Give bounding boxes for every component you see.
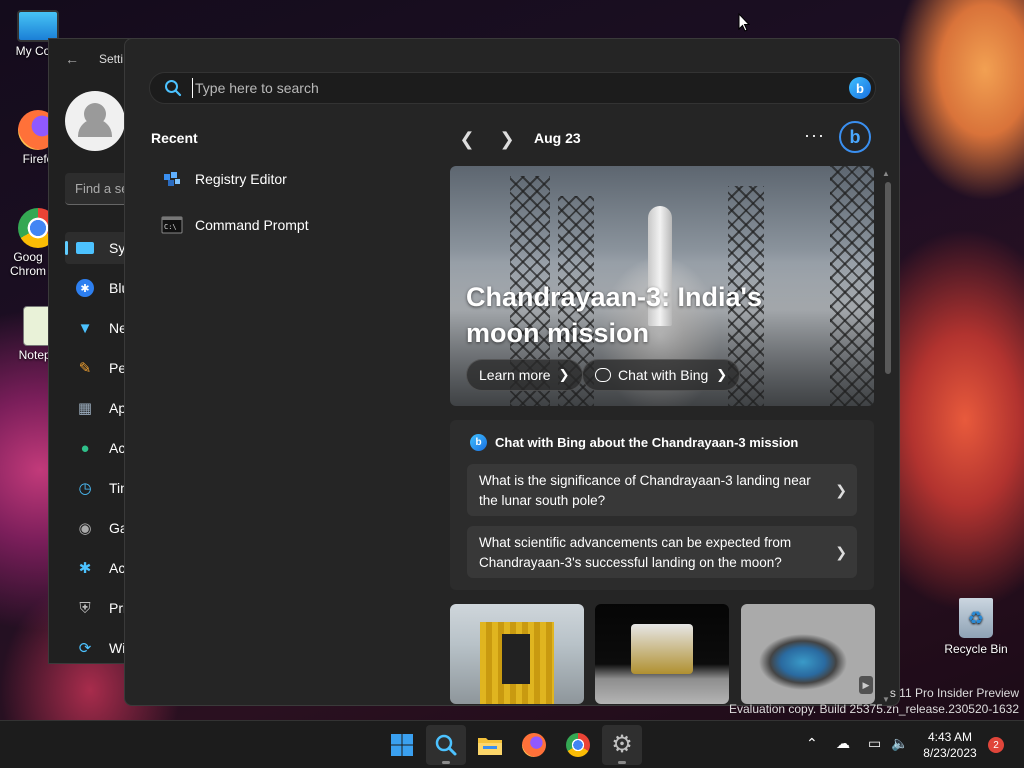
suggested-question-text: What scientific advancements can be expe… <box>479 535 792 570</box>
apps-icon: ▦ <box>77 400 93 417</box>
taskbar-search-button[interactable] <box>426 725 466 765</box>
show-hidden-icons-chevron-icon[interactable]: ⌃ <box>806 735 818 752</box>
registry-editor-icon <box>164 172 180 186</box>
chat-with-bing-label: Chat with Bing <box>618 367 709 383</box>
settings-title: Setti <box>99 52 124 66</box>
taskbar-settings[interactable]: ⚙ <box>602 725 642 765</box>
insider-watermark: s 11 Pro Insider Preview Evaluation copy… <box>729 685 1019 717</box>
windows-logo-icon <box>391 734 413 756</box>
shield-icon: ⛨ <box>79 599 91 617</box>
svg-text:C:\: C:\ <box>164 223 177 231</box>
clock-time: 4:43 AM <box>927 730 973 744</box>
chevron-right-icon: ❯ <box>835 544 847 560</box>
accessibility-icon: ✱ <box>78 560 92 577</box>
chevron-right-icon: ❯ <box>558 367 570 382</box>
avatar[interactable] <box>65 91 125 151</box>
nav-item-label: Wi <box>109 640 126 656</box>
chat-with-bing-button[interactable]: Chat with Bing ❯ <box>582 359 741 391</box>
network-icon[interactable]: ▭ <box>868 735 881 752</box>
search-icon <box>435 734 457 756</box>
scroll-up-arrow-icon[interactable]: ▲ <box>882 169 890 178</box>
bing-chat-heading: b Chat with Bing about the Chandrayaan-3… <box>470 434 798 451</box>
apollo-lander-image <box>631 624 693 674</box>
taskbar-firefox[interactable] <box>514 725 554 765</box>
command-prompt-icon: C:\ <box>161 216 183 234</box>
onedrive-offline-icon[interactable]: ☁ <box>836 735 850 752</box>
chrome-icon <box>566 733 590 757</box>
suggested-question[interactable]: What scientific advancements can be expe… <box>467 526 857 578</box>
bing-chat-card: b Chat with Bing about the Chandrayaan-3… <box>450 420 874 590</box>
taskbar-clock[interactable]: 4:43 AM 8/23/2023 <box>916 729 984 761</box>
bing-chat-heading-text: Chat with Bing about the Chandrayaan-3 m… <box>495 435 799 450</box>
learn-more-button[interactable]: Learn more ❯ <box>466 359 583 391</box>
desktop-icon-label: Goog Chrom <box>9 250 46 278</box>
more-options-icon[interactable]: ··· <box>804 125 825 146</box>
taskbar: ⚙ ⌃ ☁ ▭ 🔈 4:43 AM 8/23/2023 2 <box>0 720 1024 768</box>
lander-panel <box>502 634 530 684</box>
search-bar[interactable]: b <box>149 72 876 104</box>
recycle-bin-icon: ♻ <box>959 598 993 638</box>
firefox-icon <box>522 733 546 757</box>
prev-arrow-icon[interactable]: ❮ <box>455 127 479 151</box>
launch-tower-right <box>830 166 874 406</box>
folder-icon <box>478 738 502 755</box>
start-button[interactable] <box>382 725 422 765</box>
gear-icon: ⚙ <box>611 731 633 758</box>
bing-chat-icon[interactable]: b <box>849 77 871 99</box>
monitor-icon <box>75 238 95 258</box>
recycle-bin-label: Recycle Bin <box>944 642 1008 656</box>
learn-more-label: Learn more <box>479 367 551 383</box>
gamepad-icon: ◉ <box>78 520 92 537</box>
back-arrow-icon[interactable]: ← <box>65 51 79 67</box>
recent-item-command-prompt[interactable]: C:\ Command Prompt <box>151 205 411 245</box>
chat-bubble-icon <box>595 368 611 382</box>
nav-item-label: Ac <box>109 440 126 456</box>
bing-chat-icon: b <box>470 434 487 451</box>
chevron-right-icon: ❯ <box>716 367 728 382</box>
mouse-cursor-icon <box>738 13 750 32</box>
recent-item-label: Registry Editor <box>195 171 287 187</box>
next-arrow-icon[interactable]: ❯ <box>495 127 519 151</box>
search-input[interactable] <box>192 78 812 98</box>
taskbar-chrome[interactable] <box>558 725 598 765</box>
hero-card[interactable]: Chandrayaan-3: India's moon mission Lear… <box>450 166 874 406</box>
taskbar-file-explorer[interactable] <box>470 725 510 765</box>
scrollbar-thumb[interactable] <box>885 182 891 374</box>
bluetooth-icon: ✱ <box>75 278 95 298</box>
thumbnail-lander[interactable] <box>450 604 584 704</box>
search-icon <box>165 80 182 97</box>
nav-item-label: Ac <box>109 560 126 576</box>
suggested-question-text: What is the significance of Chandrayaan-… <box>479 473 811 508</box>
wifi-icon: ▼ <box>77 319 93 337</box>
search-panel[interactable]: b Recent Registry Editor C:\ Command Pro… <box>124 38 900 706</box>
hero-title: Chandrayaan-3: India's moon mission <box>466 282 762 348</box>
volume-icon[interactable]: 🔈 <box>891 735 908 752</box>
bing-logo-icon[interactable]: b <box>839 121 871 153</box>
notification-badge[interactable]: 2 <box>988 737 1004 753</box>
watermark-line-1: s 11 Pro Insider Preview <box>889 686 1019 700</box>
clock-date: 8/23/2023 <box>923 746 977 760</box>
thumbnail-apollo[interactable] <box>595 604 729 704</box>
recent-item-label: Command Prompt <box>195 217 309 233</box>
watermark-line-2: Evaluation copy. Build 25375.zn_release.… <box>729 702 1019 716</box>
suggested-question[interactable]: What is the significance of Chandrayaan-… <box>467 464 857 516</box>
chevron-right-icon: ❯ <box>835 482 847 498</box>
recent-heading: Recent <box>151 130 198 146</box>
brush-icon: ✎ <box>78 360 92 377</box>
update-icon: ⟳ <box>78 640 92 657</box>
desktop-icon-recycle-bin[interactable]: ♻ Recycle Bin <box>944 598 1008 656</box>
highlight-date: Aug 23 <box>534 130 581 146</box>
recent-item-registry-editor[interactable]: Registry Editor <box>151 159 411 199</box>
person-icon: ● <box>80 439 90 457</box>
clock-globe-icon: ◷ <box>78 480 92 497</box>
